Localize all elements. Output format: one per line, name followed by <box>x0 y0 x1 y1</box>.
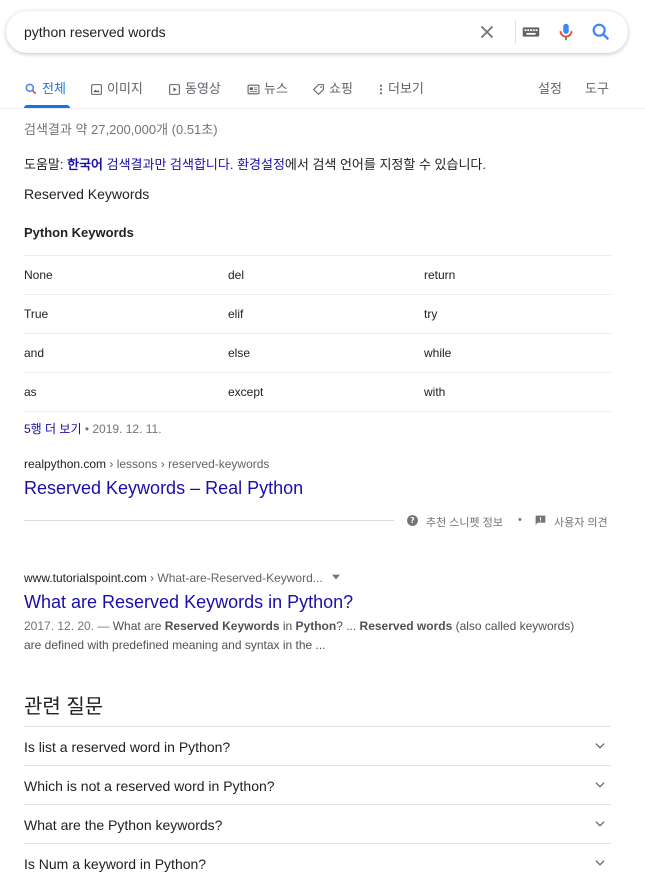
table-cell: else <box>228 333 424 373</box>
table-cell: del <box>228 255 424 295</box>
chevron-down-icon <box>595 782 605 788</box>
news-icon <box>247 84 260 95</box>
search-input[interactable]: python reserved words <box>24 24 166 40</box>
dropdown-arrow-icon[interactable] <box>332 574 341 580</box>
tools-link[interactable]: 도구 <box>585 78 609 97</box>
divider <box>24 520 394 521</box>
search-divider <box>515 20 516 44</box>
result-title-link[interactable]: What are Reserved Keywords in Python? <box>24 592 353 613</box>
table-cell: while <box>424 333 611 373</box>
search-icon <box>25 83 37 95</box>
feedback-icon[interactable] <box>534 514 547 527</box>
related-questions-title: 관련 질문 <box>24 696 104 718</box>
table-cell: elif <box>228 294 424 334</box>
result-description: 2017. 12. 20. — What are Reserved Keywor… <box>24 619 575 652</box>
more-vert-icon <box>379 84 383 95</box>
chevron-down-icon <box>595 743 605 749</box>
settings-link[interactable]: 설정 <box>538 78 562 97</box>
table-cell: return <box>424 255 611 295</box>
snippet-footer: ? 추천 스니펫 정보 • 사용자 의견 <box>24 510 611 530</box>
tab-shopping[interactable]: 쇼핑 <box>312 78 353 97</box>
result-stats: 검색결과 약 27,200,000개 (0.51초) <box>24 122 218 137</box>
snippet-date: • 2019. 12. 11. <box>81 422 162 436</box>
korean-only-link-text[interactable]: 검색결과만 검색합니다. <box>103 157 237 172</box>
active-tab-indicator <box>24 105 70 108</box>
preferences-link[interactable]: 환경설정 <box>237 157 285 172</box>
snippet-cite: realpython.com › lessons › reserved-keyw… <box>24 457 270 471</box>
korean-only-link[interactable]: 한국어 <box>67 157 103 172</box>
search-box[interactable]: python reserved words <box>6 11 628 53</box>
table-cell: as <box>24 372 228 412</box>
video-icon <box>169 84 180 95</box>
search-icon[interactable] <box>590 21 612 43</box>
snippet-title-link[interactable]: Reserved Keywords – Real Python <box>24 478 303 499</box>
table-cell: except <box>228 372 424 412</box>
related-questions-list: Is list a reserved word in Python? Which… <box>24 726 611 882</box>
snippet-heading: Reserved Keywords <box>24 186 150 202</box>
table-cell: try <box>424 294 611 334</box>
more-rows: 5행 더 보기 • 2019. 12. 11. <box>24 420 162 437</box>
image-icon <box>91 84 102 95</box>
clear-icon[interactable] <box>476 21 498 43</box>
about-snippet-link[interactable]: 추천 스니펫 정보 <box>426 514 503 530</box>
microphone-icon[interactable] <box>555 21 577 43</box>
tag-icon <box>312 84 324 96</box>
keywords-table: None del return True elif try and else w… <box>24 255 611 412</box>
related-question[interactable]: Is Num a keyword in Python? <box>24 843 611 882</box>
snippet-table-title: Python Keywords <box>24 225 134 240</box>
table-cell: True <box>24 294 228 334</box>
svg-text:?: ? <box>410 516 414 525</box>
search-tabs: 전체 이미지 동영상 뉴스 쇼핑 더보기 설정 도구 <box>0 70 645 109</box>
related-question[interactable]: Is list a reserved word in Python? <box>24 726 611 765</box>
tab-all[interactable]: 전체 <box>24 78 66 97</box>
bullet-separator: • <box>518 514 522 526</box>
table-row: and else while <box>24 333 611 373</box>
chevron-down-icon <box>595 860 605 866</box>
table-row: True elif try <box>24 294 611 334</box>
feedback-link[interactable]: 사용자 의견 <box>554 514 608 530</box>
tab-videos[interactable]: 동영상 <box>168 78 221 97</box>
related-question[interactable]: Which is not a reserved word in Python? <box>24 765 611 804</box>
more-rows-link[interactable]: 5행 더 보기 <box>24 422 82 436</box>
result-cite: www.tutorialspoint.com › What-are-Reserv… <box>24 571 341 585</box>
keyboard-icon[interactable] <box>520 21 542 43</box>
table-cell: with <box>424 372 611 412</box>
table-row: None del return <box>24 255 611 295</box>
tab-more[interactable]: 더보기 <box>378 78 424 97</box>
tab-news[interactable]: 뉴스 <box>247 78 288 97</box>
related-question[interactable]: What are the Python keywords? <box>24 804 611 843</box>
table-row: as except with <box>24 372 611 412</box>
language-help: 도움말: 한국어 검색결과만 검색합니다. 환경설정에서 검색 언어를 지정할 … <box>24 157 486 172</box>
chevron-down-icon <box>595 821 605 827</box>
table-cell: None <box>24 255 228 295</box>
table-cell: and <box>24 333 228 373</box>
help-icon[interactable]: ? <box>406 514 419 527</box>
tab-images[interactable]: 이미지 <box>90 78 143 97</box>
